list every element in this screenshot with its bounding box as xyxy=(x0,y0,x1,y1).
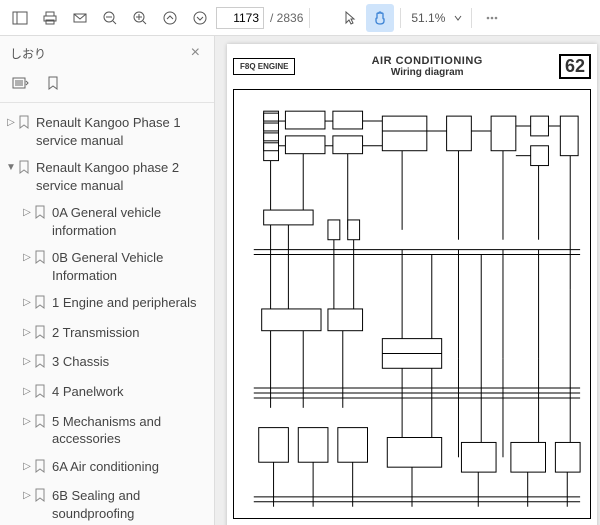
select-tool-button[interactable] xyxy=(336,4,364,32)
hand-tool-button[interactable] xyxy=(366,4,394,32)
bookmark-label: 1 Engine and peripherals xyxy=(52,294,208,312)
expand-icon[interactable]: ▷ xyxy=(20,206,34,220)
expand-icon[interactable]: ▷ xyxy=(20,296,34,310)
bookmark-label: 0A General vehicle information xyxy=(52,204,208,239)
toolbar-separator xyxy=(400,8,401,28)
document-viewer[interactable]: F8Q ENGINE AIR CONDITIONING Wiring diagr… xyxy=(215,36,600,525)
bookmark-item[interactable]: ▷ 6B Sealing and soundproofing xyxy=(0,482,214,525)
bookmark-icon xyxy=(34,354,48,373)
bookmark-label: 0B General Vehicle Information xyxy=(52,249,208,284)
expand-icon[interactable]: ▷ xyxy=(20,489,34,503)
more-tools-button[interactable] xyxy=(478,4,506,32)
email-button[interactable] xyxy=(66,4,94,32)
bookmark-icon xyxy=(34,488,48,507)
bookmark-icon xyxy=(34,459,48,478)
bookmark-icon xyxy=(18,115,32,134)
expand-icon[interactable]: ▷ xyxy=(20,251,34,265)
bookmark-label: 6A Air conditioning xyxy=(52,458,208,476)
bookmark-item[interactable]: ▷ 0B General Vehicle Information xyxy=(0,244,214,289)
page-up-button[interactable] xyxy=(156,4,184,32)
bookmark-label: 4 Panelwork xyxy=(52,383,208,401)
bookmark-label: 6B Sealing and soundproofing xyxy=(52,487,208,522)
bookmark-label: Renault Kangoo Phase 1 service manual xyxy=(36,114,208,149)
toolbar-separator xyxy=(309,8,310,28)
bookmark-label: 3 Chassis xyxy=(52,353,208,371)
expand-icon[interactable]: ▷ xyxy=(20,326,34,340)
expand-icon[interactable]: ▷ xyxy=(20,460,34,474)
bookmark-options-button[interactable] xyxy=(10,72,32,94)
bookmark-icon xyxy=(34,414,48,433)
zoom-level-label[interactable]: 51.1% xyxy=(411,11,445,25)
bookmark-find-button[interactable] xyxy=(42,72,64,94)
bookmark-tree: ▷ Renault Kangoo Phase 1 service manual ▼ R… xyxy=(0,103,214,525)
zoom-out-button[interactable] xyxy=(96,4,124,32)
expand-icon[interactable]: ▷ xyxy=(20,355,34,369)
bookmark-icon xyxy=(34,295,48,314)
bookmark-label: 5 Mechanisms and accessories xyxy=(52,413,208,448)
bookmark-label: Renault Kangoo phase 2 service manual xyxy=(36,159,208,194)
print-button[interactable] xyxy=(36,4,64,32)
sidebar-title: しおり xyxy=(10,45,46,62)
bookmark-item[interactable]: ▷ 2 Transmission xyxy=(0,319,214,349)
toolbar-separator xyxy=(471,8,472,28)
engine-label: F8Q ENGINE xyxy=(233,58,295,75)
toolbar: / 2836 51.1% xyxy=(0,0,600,36)
zoom-dropdown-button[interactable] xyxy=(451,4,465,32)
bookmark-icon xyxy=(34,250,48,269)
bookmark-item[interactable]: ▷ 6A Air conditioning xyxy=(0,453,214,483)
section-number: 62 xyxy=(559,54,591,79)
zoom-in-button[interactable] xyxy=(126,4,154,32)
page-title: AIR CONDITIONING xyxy=(295,55,559,67)
page-total-label: / 2836 xyxy=(270,11,303,25)
bookmark-item[interactable]: ▷ 4 Panelwork xyxy=(0,378,214,408)
expand-icon[interactable]: ▷ xyxy=(20,385,34,399)
bookmark-item[interactable]: ▷ 1 Engine and peripherals xyxy=(0,289,214,319)
collapse-icon[interactable]: ▼ xyxy=(4,161,18,175)
wiring-diagram xyxy=(233,89,591,519)
expand-icon[interactable]: ▷ xyxy=(20,415,34,429)
sidebar-toggle-button[interactable] xyxy=(6,4,34,32)
expand-icon[interactable]: ▷ xyxy=(4,116,18,130)
bookmark-icon xyxy=(18,160,32,179)
bookmark-item[interactable]: ▷ 3 Chassis xyxy=(0,348,214,378)
bookmarks-sidebar: しおり × ▷ Renault Kangoo Phase 1 service ma… xyxy=(0,36,215,525)
bookmark-icon xyxy=(34,384,48,403)
bookmark-item[interactable]: ▼ Renault Kangoo phase 2 service manual xyxy=(0,154,214,199)
page-number-input[interactable] xyxy=(216,7,264,29)
page-view: F8Q ENGINE AIR CONDITIONING Wiring diagr… xyxy=(227,44,597,525)
sidebar-close-button[interactable]: × xyxy=(187,42,204,64)
page-down-button[interactable] xyxy=(186,4,214,32)
bookmark-item[interactable]: ▷ 5 Mechanisms and accessories xyxy=(0,408,214,453)
bookmark-item[interactable]: ▷ 0A General vehicle information xyxy=(0,199,214,244)
bookmark-label: 2 Transmission xyxy=(52,324,208,342)
bookmark-icon xyxy=(34,205,48,224)
bookmark-icon xyxy=(34,325,48,344)
bookmark-item[interactable]: ▷ Renault Kangoo Phase 1 service manual xyxy=(0,109,214,154)
page-subtitle: Wiring diagram xyxy=(295,67,559,78)
